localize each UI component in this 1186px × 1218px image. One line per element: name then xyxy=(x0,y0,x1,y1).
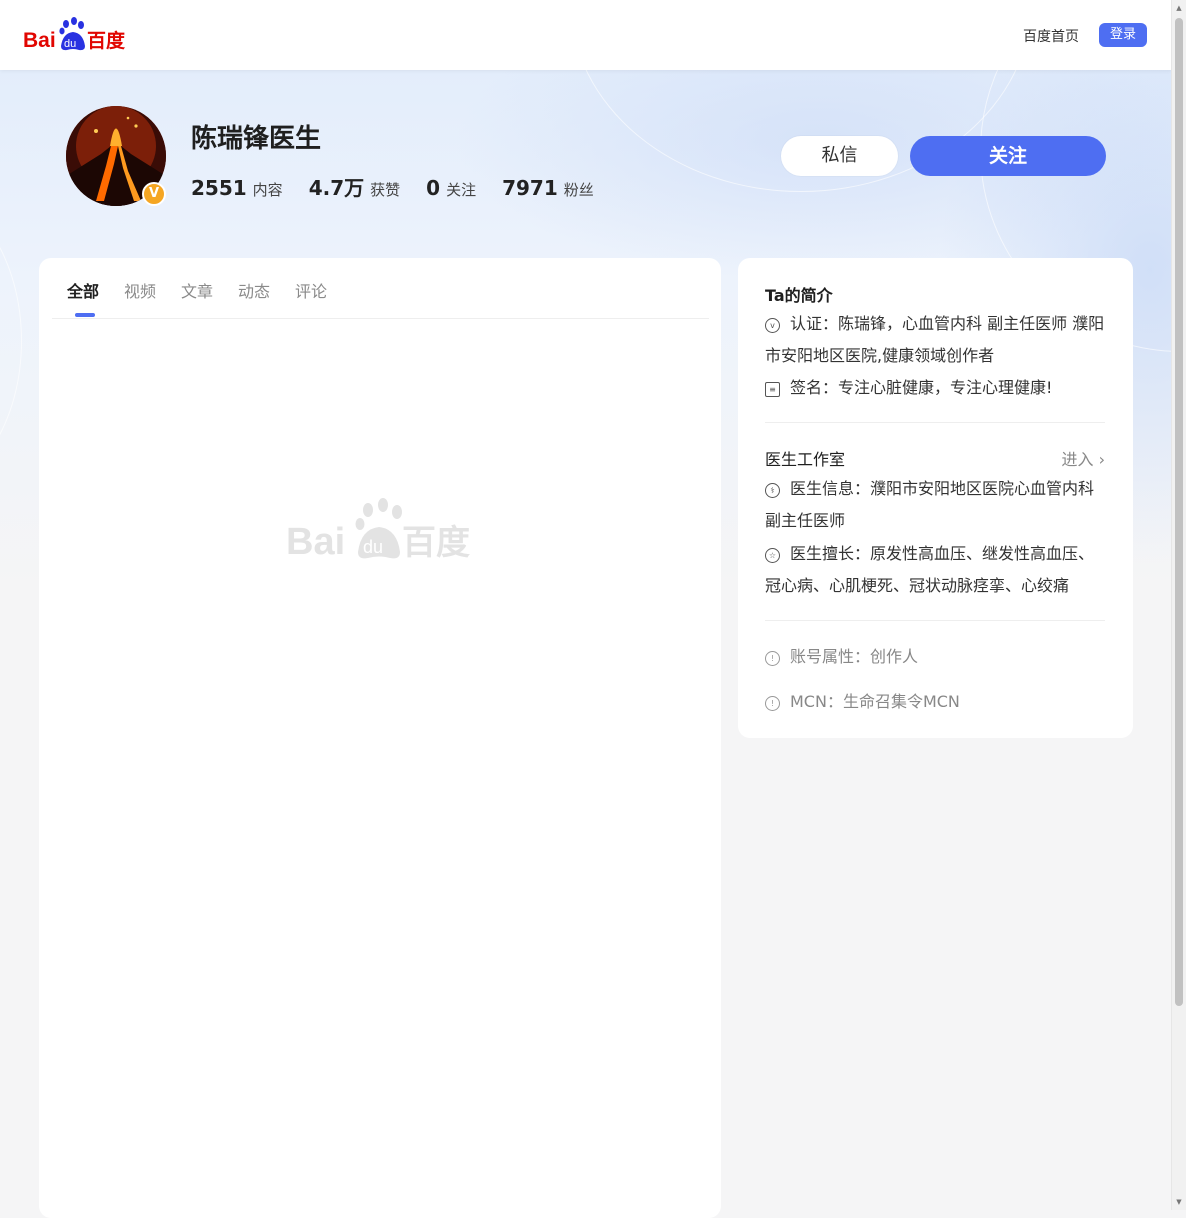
baidu-home-link[interactable]: 百度首页 xyxy=(1023,26,1079,46)
stat-label: 内容 xyxy=(252,181,283,199)
chevron-right-icon: › xyxy=(1093,450,1105,469)
decor-arc xyxy=(0,190,22,492)
signature-text: 签名：专注心脏健康，专注心理健康! xyxy=(790,378,1053,397)
mcn-line: ! MCN：生命召集令MCN xyxy=(765,686,1105,718)
stat-value: 7971 xyxy=(502,176,558,200)
tab-comments[interactable]: 评论 xyxy=(295,278,327,302)
stat-fans[interactable]: 7971 粉丝 xyxy=(502,176,594,200)
certification-text: 认证：陈瑞锋，心血管内科 副主任医师 濮阳市安阳地区医院,健康领域创作者 xyxy=(765,314,1105,365)
svg-text:Bai: Bai xyxy=(23,29,56,52)
content-tabs: 全部 视频 文章 动态 评论 xyxy=(52,258,709,319)
scroll-down-arrow-icon[interactable]: ▼ xyxy=(1174,1197,1184,1207)
content-panel: 全部 视频 文章 动态 评论 Bai du 百度 xyxy=(39,258,721,1218)
certification-line: v 认证：陈瑞锋，心血管内科 副主任医师 濮阳市安阳地区医院,健康领域创作者 xyxy=(765,308,1105,372)
stat-content[interactable]: 2551 内容 xyxy=(191,176,283,200)
stat-value: 0 xyxy=(426,176,441,200)
tab-all[interactable]: 全部 xyxy=(67,278,99,302)
stat-likes: 4.7万 获赞 xyxy=(309,172,400,201)
page-scrollbar[interactable]: ▲ ▼ xyxy=(1171,0,1186,1210)
profile-name: 陈瑞锋医生 xyxy=(191,124,322,154)
verified-v-icon: v xyxy=(765,318,780,333)
studio-title: 医生工作室 xyxy=(765,450,846,469)
document-icon: ≡ xyxy=(765,382,780,397)
svg-text:百度: 百度 xyxy=(402,523,470,562)
tab-feed[interactable]: 动态 xyxy=(238,278,270,302)
stat-value: 4.7万 xyxy=(308,176,365,200)
private-message-button[interactable]: 私信 xyxy=(781,136,898,176)
top-header: Bai du 百度 百度首页 登录 xyxy=(0,0,1172,70)
info-icon: ! xyxy=(765,651,780,666)
mcn-text: MCN：生命召集令MCN xyxy=(790,692,960,711)
svg-text:du: du xyxy=(363,537,383,557)
star-icon: ☆ xyxy=(765,548,780,563)
active-tab-indicator xyxy=(75,313,95,317)
svg-text:百度: 百度 xyxy=(87,29,126,52)
stat-label: 粉丝 xyxy=(563,181,594,199)
scroll-up-arrow-icon[interactable]: ▲ xyxy=(1174,3,1184,13)
doctor-info-text: 医生信息：濮阳市安阳地区医院心血管内科副主任医师 xyxy=(765,479,1095,530)
doctor-info-line: ⚕ 医生信息：濮阳市安阳地区医院心血管内科副主任医师 xyxy=(765,473,1105,537)
divider xyxy=(765,422,1105,423)
stat-label: 获赞 xyxy=(370,181,401,199)
tab-video[interactable]: 视频 xyxy=(124,278,156,302)
stat-following[interactable]: 0 关注 xyxy=(426,176,476,200)
intro-title: Ta的简介 xyxy=(765,286,833,305)
login-button[interactable]: 登录 xyxy=(1099,23,1147,47)
studio-enter-link[interactable]: 进入 › xyxy=(1062,446,1106,470)
tab-article[interactable]: 文章 xyxy=(181,278,213,302)
info-icon: ! xyxy=(765,696,780,711)
account-property-text: 账号属性：创作人 xyxy=(790,647,919,666)
specialty-line: ☆ 医生擅长：原发性高血压、继发性高血压、冠心病、心肌梗死、冠状动脉痉挛、心绞痛 xyxy=(765,538,1105,602)
follow-button[interactable]: 关注 xyxy=(910,136,1106,176)
baidu-loading-watermark: Bai du 百度 xyxy=(286,498,470,562)
account-property-line: ! 账号属性：创作人 xyxy=(765,641,1105,673)
doctor-icon: ⚕ xyxy=(765,483,780,498)
verified-badge-icon: V xyxy=(142,182,166,206)
signature-line: ≡ 签名：专注心脏健康，专注心理健康! xyxy=(765,372,1105,404)
scroll-thumb[interactable] xyxy=(1175,18,1183,1006)
stat-value: 2551 xyxy=(191,176,247,200)
baidu-logo[interactable]: Bai du 百度 xyxy=(23,16,129,56)
intro-panel: Ta的简介 v 认证：陈瑞锋，心血管内科 副主任医师 濮阳市安阳地区医院,健康领域… xyxy=(738,258,1133,738)
divider xyxy=(765,620,1105,621)
profile-stats: 2551 内容 4.7万 获赞 0 关注 7971 粉丝 xyxy=(191,172,594,201)
svg-text:du: du xyxy=(64,38,76,50)
enter-link-label: 进入 xyxy=(1061,450,1094,469)
stat-label: 关注 xyxy=(446,181,477,199)
specialty-text: 医生擅长：原发性高血压、继发性高血压、冠心病、心肌梗死、冠状动脉痉挛、心绞痛 xyxy=(765,544,1095,595)
svg-text:Bai: Bai xyxy=(286,521,345,562)
